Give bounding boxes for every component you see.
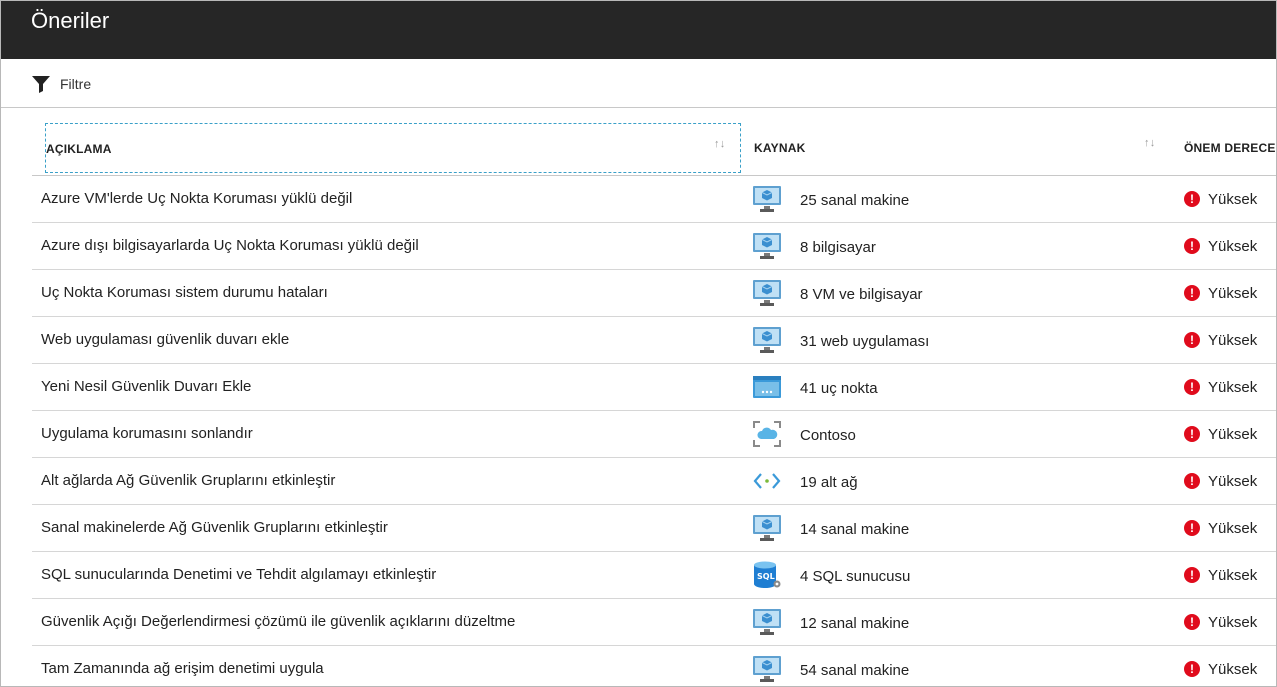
funnel-icon (32, 76, 50, 93)
sql-server-icon: SQL (752, 561, 782, 589)
recommendation-description: Uygulama korumasını sonlandır (41, 425, 253, 442)
high-severity-icon: ! (1184, 426, 1200, 442)
sort-icon[interactable]: ↑↓ (714, 138, 725, 150)
table-body: Azure VM'lerde Uç Nokta Koruması yüklü d… (32, 176, 1276, 686)
high-severity-icon: ! (1184, 614, 1200, 630)
resource-count: 4 SQL sunucusu (800, 568, 911, 585)
high-severity-icon: ! (1184, 191, 1200, 207)
high-severity-icon: ! (1184, 379, 1200, 395)
severity-label: Yüksek (1208, 661, 1258, 678)
filter-label: Filtre (60, 76, 92, 92)
vm-icon (752, 326, 782, 354)
vm-icon (752, 514, 782, 542)
resource-count: 54 sanal makine (800, 662, 910, 679)
severity-label: Yüksek (1208, 191, 1258, 208)
table-row[interactable]: Uç Nokta Koruması sistem durumu hataları… (32, 270, 1276, 317)
resource-count: 25 sanal makine (800, 192, 910, 209)
recommendation-description: Web uygulaması güvenlik duvarı ekle (41, 331, 290, 348)
resource-count: 8 bilgisayar (800, 239, 876, 256)
column-header-description-label: AÇIKLAMA (46, 142, 112, 156)
column-header-resource-label: KAYNAK (754, 141, 806, 155)
high-severity-icon: ! (1184, 238, 1200, 254)
table-row[interactable]: Azure VM'lerde Uç Nokta Koruması yüklü d… (32, 176, 1276, 223)
resource-count: 31 web uygulaması (800, 333, 930, 350)
recommendation-description: Tam Zamanında ağ erişim denetimi uygula (41, 660, 324, 677)
title-bar: Öneriler (1, 1, 1276, 59)
column-header-severity-label: ÖNEM DERECE (1184, 141, 1276, 155)
resource-count: 41 uç nokta (800, 380, 878, 397)
high-severity-icon: ! (1184, 473, 1200, 489)
column-header-description[interactable]: AÇIKLAMA ↑↓ (45, 123, 741, 173)
table-row[interactable]: Web uygulaması güvenlik duvarı ekle 31 we… (32, 317, 1276, 364)
vm-icon (752, 279, 782, 307)
resource-count: 14 sanal makine (800, 521, 910, 538)
severity-label: Yüksek (1208, 473, 1258, 490)
table-row[interactable]: Uygulama korumasını sonlandır Contoso! Yük… (32, 411, 1276, 458)
recommendation-description: SQL sunucularında Denetimi ve Tehdit alg… (41, 566, 437, 583)
table-row[interactable]: Güvenlik Açığı Değerlendirmesi çözümü il… (32, 599, 1276, 646)
recommendation-description: Güvenlik Açığı Değerlendirmesi çözümü il… (41, 613, 516, 630)
page-title: Öneriler (31, 8, 110, 33)
table-row[interactable]: Tam Zamanında ağ erişim denetimi uygula 5… (32, 646, 1276, 686)
severity-label: Yüksek (1208, 379, 1258, 396)
recommendation-description: Uç Nokta Koruması sistem durumu hataları (41, 284, 328, 301)
severity-label: Yüksek (1208, 332, 1258, 349)
table-row[interactable]: Azure dışı bilgisayarlarda Uç Nokta Koru… (32, 223, 1276, 270)
toolbar: Filtre (1, 59, 1276, 108)
high-severity-icon: ! (1184, 285, 1200, 301)
vm-icon (752, 185, 782, 213)
resource-count: 12 sanal makine (800, 615, 910, 632)
severity-label: Yüksek (1208, 567, 1258, 584)
svg-text:SQL: SQL (757, 572, 775, 581)
recommendation-description: Sanal makinelerde Ağ Güvenlik Gruplarını… (41, 519, 388, 536)
high-severity-icon: ! (1184, 567, 1200, 583)
high-severity-icon: ! (1184, 661, 1200, 677)
cloud-app-icon (752, 420, 782, 448)
table-row[interactable]: Sanal makinelerde Ağ Güvenlik Gruplarını… (32, 505, 1276, 552)
severity-label: Yüksek (1208, 285, 1258, 302)
subnet-icon (752, 467, 782, 495)
recommendations-blade: Öneriler Filtre AÇIKLAMA ↑↓ KAYNAK ↑↓ ÖN… (0, 0, 1277, 687)
severity-label: Yüksek (1208, 426, 1258, 443)
high-severity-icon: ! (1184, 520, 1200, 536)
severity-label: Yüksek (1208, 520, 1258, 537)
filter-button[interactable]: Filtre (31, 72, 91, 96)
recommendation-description: Azure dışı bilgisayarlarda Uç Nokta Koru… (41, 237, 419, 254)
endpoint-icon (752, 373, 782, 401)
resource-count: 8 VM ve bilgisayar (800, 286, 923, 303)
table-row[interactable]: Yeni Nesil Güvenlik Duvarı Ekle 41 uç nok… (32, 364, 1276, 411)
vm-icon (752, 608, 782, 636)
vm-icon (752, 232, 782, 260)
column-header-resource[interactable]: KAYNAK ↑↓ (754, 123, 1164, 173)
recommendation-description: Azure VM'lerde Uç Nokta Koruması yüklü d… (41, 190, 353, 207)
table-header: AÇIKLAMA ↑↓ KAYNAK ↑↓ ÖNEM DERECE (32, 108, 1276, 176)
table-row[interactable]: SQL sunucularında Denetimi ve Tehdit alg… (32, 552, 1276, 599)
column-header-severity[interactable]: ÖNEM DERECE (1184, 123, 1276, 173)
recommendation-description: Yeni Nesil Güvenlik Duvarı Ekle (41, 378, 252, 395)
severity-label: Yüksek (1208, 614, 1258, 631)
recommendations-table: AÇIKLAMA ↑↓ KAYNAK ↑↓ ÖNEM DERECE Azure … (32, 108, 1276, 686)
high-severity-icon: ! (1184, 332, 1200, 348)
recommendation-description: Alt ağlarda Ağ Güvenlik Gruplarını etkin… (41, 472, 336, 489)
severity-label: Yüksek (1208, 238, 1258, 255)
resource-count: 19 alt ağ (800, 474, 858, 491)
table-row[interactable]: Alt ağlarda Ağ Güvenlik Gruplarını etkin… (32, 458, 1276, 505)
resource-count: Contoso (800, 427, 856, 444)
sort-icon[interactable]: ↑↓ (1144, 137, 1155, 149)
vm-icon (752, 655, 782, 683)
